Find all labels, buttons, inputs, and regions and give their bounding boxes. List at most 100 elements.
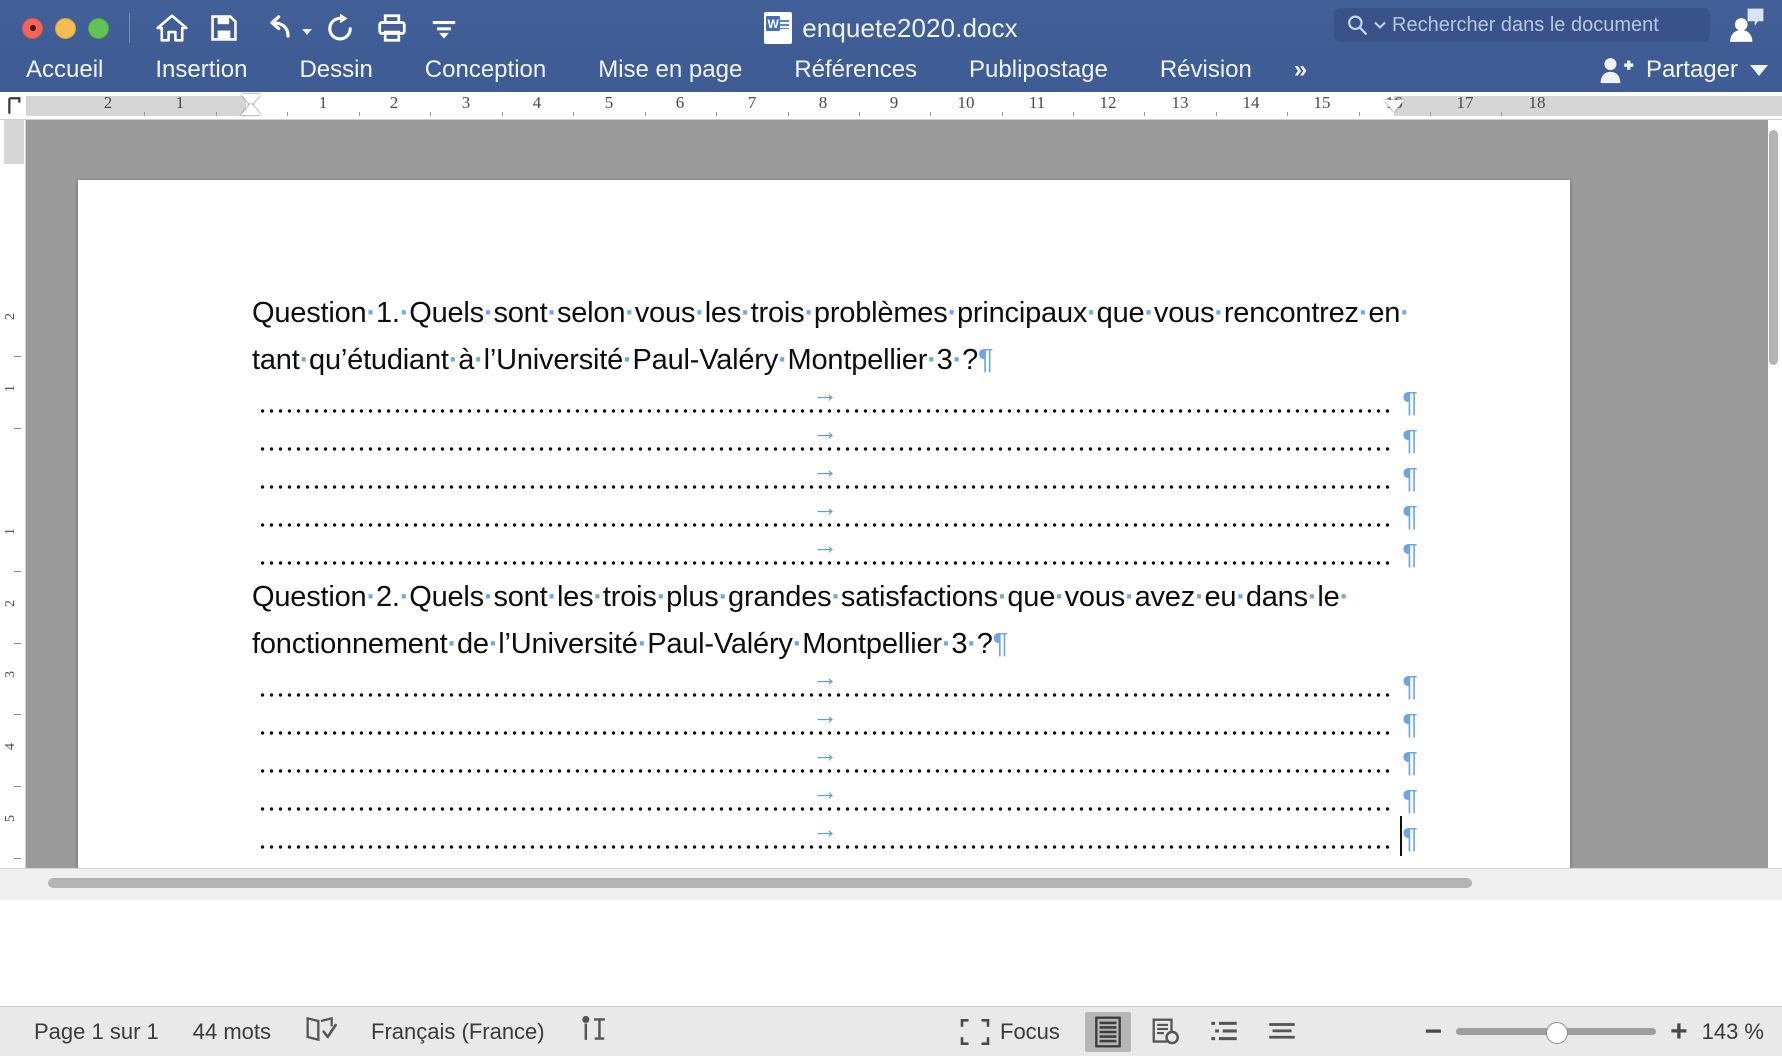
vruler-number: 3 bbox=[3, 671, 18, 678]
dotted-leader bbox=[258, 769, 1390, 773]
draft-view[interactable] bbox=[1259, 1012, 1305, 1052]
tab-arrow-icon: → bbox=[812, 492, 838, 522]
minimize-window-button[interactable] bbox=[55, 17, 76, 39]
ruler-number: 2 bbox=[389, 93, 399, 112]
question-2-line-2: fonctionnement·de·l’Université·Paul-Valé… bbox=[252, 628, 993, 660]
tab-conception[interactable]: Conception bbox=[399, 48, 572, 92]
tab-dessin[interactable]: Dessin bbox=[273, 48, 398, 92]
ruler-tick bbox=[1216, 112, 1217, 116]
hanging-indent-marker[interactable] bbox=[241, 103, 261, 115]
undo-dropdown-caret[interactable] bbox=[302, 29, 312, 35]
vertical-scrollbar[interactable] bbox=[1768, 126, 1780, 866]
save-icon[interactable] bbox=[200, 6, 248, 50]
paragraph-question-2-line-2[interactable]: fonctionnement·de·l’Université·Paul-Valé… bbox=[252, 621, 1412, 668]
zoom-window-button[interactable] bbox=[88, 17, 109, 39]
redo-icon[interactable] bbox=[316, 6, 364, 50]
zoom-slider-handle[interactable] bbox=[1546, 1021, 1569, 1044]
account-comment-icon[interactable] bbox=[1722, 4, 1770, 48]
customize-toolbar-icon[interactable] bbox=[420, 6, 468, 50]
zoom-slider[interactable] bbox=[1456, 1021, 1657, 1044]
web-layout-view[interactable] bbox=[1143, 1012, 1189, 1052]
ruler-number: 17 bbox=[1456, 93, 1474, 112]
focus-label[interactable]: Focus bbox=[1000, 1019, 1060, 1045]
search-options-caret-icon[interactable] bbox=[1374, 20, 1386, 30]
document-canvas[interactable]: Question·1.·Quels·sont·selon·vous·les·tr… bbox=[26, 120, 1768, 868]
answer-line[interactable]: → ¶ bbox=[252, 532, 1418, 574]
paragraph-question-1-line-2[interactable]: tant·qu’étudiant·à·l’Université·Paul-Val… bbox=[252, 337, 1412, 384]
tab-arrow-icon: → bbox=[812, 378, 838, 408]
pilcrow-mark: ¶ bbox=[978, 344, 994, 376]
track-changes-icon[interactable] bbox=[579, 1014, 609, 1049]
tab-publipostage[interactable]: Publipostage bbox=[943, 48, 1134, 92]
ruler-number: 1 bbox=[318, 93, 328, 112]
vertical-scrollbar-thumb[interactable] bbox=[1769, 130, 1778, 365]
pilcrow-mark: ¶ bbox=[1402, 823, 1418, 855]
ruler-tick bbox=[788, 112, 789, 116]
ruler-number: 5 bbox=[604, 93, 614, 112]
horizontal-ruler[interactable]: 2 1 1 2 3 4 5 6 7 8 9 10 11 12 13 14 15 … bbox=[0, 92, 1782, 120]
toolbar-divider bbox=[129, 13, 130, 43]
chevron-down-icon[interactable] bbox=[1750, 64, 1768, 76]
document-page[interactable]: Question·1.·Quels·sont·selon·vous·les·tr… bbox=[78, 180, 1570, 868]
undo-icon[interactable] bbox=[252, 6, 300, 50]
ruler-number: 4 bbox=[532, 93, 542, 112]
horizontal-scrollbar[interactable] bbox=[0, 868, 1782, 900]
answer-line[interactable]: → ¶ bbox=[252, 816, 1418, 858]
ruler-number: 2 bbox=[103, 93, 113, 112]
proofing-check-icon[interactable] bbox=[305, 1014, 337, 1049]
search-box[interactable]: Rechercher dans le document bbox=[1334, 8, 1710, 42]
word-count[interactable]: 44 mots bbox=[193, 1019, 271, 1045]
ruler-tick bbox=[287, 112, 288, 116]
vruler-tick bbox=[14, 571, 21, 572]
right-indent-marker[interactable] bbox=[1384, 100, 1404, 112]
question-2-line-1: Question·2.·Quels·sont·les·trois·plus·gr… bbox=[252, 581, 1350, 613]
page-indicator[interactable]: Page 1 sur 1 bbox=[34, 1019, 159, 1045]
share-button-label[interactable]: Partager bbox=[1646, 56, 1738, 84]
print-layout-view[interactable] bbox=[1085, 1011, 1131, 1052]
window-controls bbox=[22, 17, 109, 39]
outline-view[interactable] bbox=[1201, 1012, 1247, 1052]
ruler-tick bbox=[430, 112, 431, 116]
vruler-tick bbox=[14, 858, 21, 859]
pilcrow-mark: ¶ bbox=[1402, 747, 1418, 779]
ruler-tick bbox=[573, 112, 574, 116]
focus-mode-group[interactable]: Focus bbox=[960, 1018, 1060, 1045]
tab-accueil[interactable]: Accueil bbox=[0, 48, 129, 92]
pilcrow-mark: ¶ bbox=[1402, 501, 1418, 533]
tab-arrow-icon: → bbox=[812, 776, 838, 806]
document-title[interactable]: enquete2020.docx bbox=[802, 13, 1018, 44]
tab-mise-en-page[interactable]: Mise en page bbox=[572, 48, 768, 92]
pilcrow-mark: ¶ bbox=[1402, 463, 1418, 495]
ruler-number: 14 bbox=[1242, 93, 1260, 112]
print-icon[interactable] bbox=[368, 6, 416, 50]
zoom-in-button[interactable]: + bbox=[1670, 1016, 1688, 1047]
close-window-button[interactable] bbox=[22, 17, 43, 39]
ruler-number: 1 bbox=[175, 93, 185, 112]
tab-revision[interactable]: Révision bbox=[1134, 48, 1278, 92]
ribbon-tab-bar: Accueil Insertion Dessin Conception Mise… bbox=[0, 48, 1782, 92]
pilcrow-mark: ¶ bbox=[992, 628, 1009, 660]
ruler-number: 7 bbox=[747, 93, 757, 112]
paragraph-question-2[interactable]: Question·2.·Quels·sont·les·trois·plus·gr… bbox=[252, 574, 1412, 621]
zoom-out-button[interactable]: − bbox=[1425, 1016, 1443, 1047]
ruler-tick bbox=[645, 112, 646, 116]
ribbon-overflow-button[interactable]: » bbox=[1278, 56, 1323, 84]
vruler-number: 2 bbox=[3, 313, 18, 320]
home-icon[interactable] bbox=[148, 6, 196, 50]
zoom-level-label[interactable]: 143 % bbox=[1702, 1019, 1764, 1045]
ruler-tick bbox=[1073, 112, 1074, 116]
language-indicator[interactable]: Français (France) bbox=[371, 1019, 545, 1045]
tab-references[interactable]: Références bbox=[768, 48, 943, 92]
ruler-number: 9 bbox=[889, 93, 899, 112]
horizontal-scrollbar-thumb[interactable] bbox=[48, 878, 1472, 888]
ruler-tick bbox=[1287, 112, 1288, 116]
left-tab-stop-icon[interactable] bbox=[6, 96, 26, 116]
dotted-leader bbox=[258, 561, 1390, 565]
pilcrow-mark: ¶ bbox=[1402, 539, 1418, 571]
tab-insertion[interactable]: Insertion bbox=[129, 48, 273, 92]
dotted-leader bbox=[258, 485, 1390, 489]
paragraph-question-1[interactable]: Question·1.·Quels·sont·selon·vous·les·tr… bbox=[252, 290, 1412, 337]
tab-arrow-icon: → bbox=[812, 454, 838, 484]
vertical-ruler[interactable]: 2 1 1 2 3 4 5 6 7 bbox=[0, 120, 26, 868]
top-margin-zone bbox=[4, 120, 24, 164]
